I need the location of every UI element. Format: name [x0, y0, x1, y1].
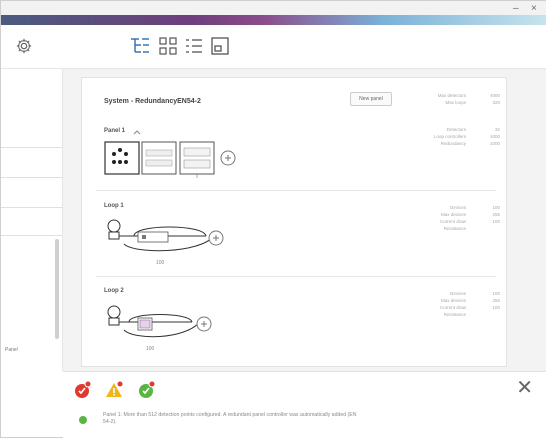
loop-2-diagram[interactable] — [104, 300, 224, 340]
system-title: System - RedundancyEN54-2 — [104, 98, 201, 105]
success-status-icon — [79, 416, 87, 424]
chevron-up-icon[interactable] — [132, 128, 142, 136]
loop-2-caption: 100 — [146, 346, 155, 352]
loop-1-meta-labels: Devices Max devices Current draw Resista… — [439, 205, 466, 231]
panel-view-icon[interactable] — [209, 35, 231, 57]
system-meta-values: 4000 320 — [489, 93, 500, 105]
sidebar-scrollbar[interactable] — [55, 239, 59, 339]
grid-view-icon[interactable] — [157, 35, 179, 57]
close-messages-button[interactable]: ✕ — [516, 378, 533, 398]
toolbar — [1, 25, 546, 69]
close-window-button[interactable]: × — [531, 3, 537, 14]
sidebar: Panel — [1, 69, 63, 371]
sidebar-footer-text: Panel — [5, 347, 18, 353]
panel-1-diagram[interactable] — [104, 138, 274, 180]
title-bar: – × — [1, 1, 546, 25]
message-text: Panel 1: More than 512 detection points … — [103, 412, 357, 425]
loop-2-meta-labels: Devices Max devices Current draw Resista… — [439, 291, 466, 317]
system-meta-labels: Max detectors Max loops — [437, 93, 466, 105]
panel-1-label: Panel 1 — [104, 128, 126, 134]
loop-1-caption: 100 — [156, 260, 165, 266]
panel-1-meta-values: 32 1000 1000 — [489, 127, 500, 146]
loop-1-meta-values: 100 255 100 — [492, 205, 500, 224]
new-panel-button[interactable]: New panel — [350, 92, 392, 106]
loop-2-label: Loop 2 — [104, 288, 124, 294]
loop-1-diagram[interactable] — [104, 214, 244, 254]
success-filter-icon[interactable] — [137, 380, 157, 400]
minimize-button[interactable]: – — [513, 3, 519, 14]
panel-1-meta-labels: Detectors Loop controllers Redundancy — [433, 127, 466, 146]
messages-panel: ✕ Panel 1: More than 512 detection point… — [63, 371, 546, 438]
error-filter-icon[interactable] — [73, 380, 93, 400]
loop-1-label: Loop 1 — [104, 203, 124, 209]
tree-view-icon[interactable] — [129, 35, 151, 57]
message-row[interactable]: Panel 1: More than 512 detection points … — [77, 412, 537, 434]
main-content: System - RedundancyEN54-2 New panel Max … — [63, 69, 546, 371]
warning-filter-icon[interactable] — [105, 380, 125, 400]
loop-2-meta-values: 100 255 100 — [492, 291, 500, 310]
list-view-icon[interactable] — [183, 35, 205, 57]
gear-icon[interactable] — [15, 37, 33, 55]
application-window: – × Panel System - RedundancyEN54-2 New … — [0, 0, 546, 438]
system-topology-card: System - RedundancyEN54-2 New panel Max … — [81, 77, 507, 367]
